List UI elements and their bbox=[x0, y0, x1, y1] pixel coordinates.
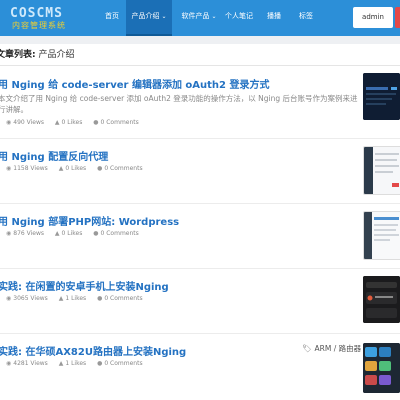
likes-count[interactable]: 0 Likes bbox=[65, 165, 86, 172]
tag-link[interactable]: 路由器 bbox=[339, 344, 362, 353]
comments-count[interactable]: 0 Comments bbox=[101, 119, 139, 126]
tag-link[interactable]: ARM bbox=[315, 344, 332, 353]
site-logo[interactable]: COSCMS 内容管理系统 bbox=[0, 4, 96, 32]
views-count: 4281 Views bbox=[13, 360, 48, 367]
nav-item-software[interactable]: 软件产品 ⌄ bbox=[176, 0, 222, 36]
comment-icon: ● bbox=[93, 230, 99, 237]
post-title[interactable]: 实践: 在闲置的安卓手机上安装Nging bbox=[0, 278, 169, 293]
post-meta: ◉ 1158 Views ▲ 0 Likes ● 0 Comments bbox=[6, 165, 152, 172]
breadcrumb-prefix: 文章列表: bbox=[0, 50, 36, 60]
post-thumbnail[interactable] bbox=[363, 211, 400, 260]
chevron-down-icon: ⌄ bbox=[161, 13, 167, 20]
eye-icon: ◉ bbox=[6, 119, 12, 126]
sub-bar bbox=[0, 36, 400, 44]
post-excerpt: 本文介绍了用 Nging 给 code-server 添加 oAuth2 登录功… bbox=[0, 94, 358, 114]
post-title[interactable]: 实践: 在华硕AX82U路由器上安装Nging bbox=[0, 343, 186, 358]
list-item: 用 Nging 给 code-server 编辑器添加 oAuth2 登录方式 … bbox=[0, 70, 400, 136]
views-count: 3065 Views bbox=[13, 295, 48, 302]
thumbs-up-icon: ▲ bbox=[54, 230, 60, 237]
nav-item-products[interactable]: 产品介绍 ⌄ bbox=[126, 0, 172, 36]
divider bbox=[0, 268, 400, 269]
views-count: 490 Views bbox=[13, 119, 44, 126]
post-meta: ◉ 4281 Views ▲ 1 Likes ● 0 Comments bbox=[6, 360, 152, 367]
nav-item-bobo[interactable]: 播播 bbox=[262, 0, 286, 36]
top-navbar: COSCMS 内容管理系统 首页 产品介绍 ⌄ 软件产品 ⌄ 个人笔记 播播 标签 … bbox=[0, 0, 400, 36]
comments-count[interactable]: 0 Comments bbox=[101, 230, 139, 237]
divider bbox=[0, 138, 400, 139]
views-count: 1158 Views bbox=[13, 165, 48, 172]
likes-count[interactable]: 0 Likes bbox=[62, 230, 83, 237]
views-count: 876 Views bbox=[13, 230, 44, 237]
comments-count[interactable]: 0 Comments bbox=[104, 295, 142, 302]
list-item: 实践: 在华硕AX82U路由器上安装Nging 🏷 ARM / 路由器 ◉ 4281… bbox=[0, 335, 400, 400]
comment-icon: ● bbox=[97, 360, 103, 367]
list-item: 用 Nging 配置反向代理 ◉ 1158 Views ▲ 0 Likes ● 0 C… bbox=[0, 140, 400, 200]
eye-icon: ◉ bbox=[6, 165, 12, 172]
admin-button[interactable]: admin bbox=[353, 7, 393, 28]
nav-item-tags[interactable]: 标签 bbox=[294, 0, 318, 36]
likes-count[interactable]: 1 Likes bbox=[65, 295, 86, 302]
divider bbox=[0, 333, 400, 334]
post-thumbnail[interactable] bbox=[363, 146, 400, 195]
eye-icon: ◉ bbox=[6, 230, 12, 237]
breadcrumb-current[interactable]: 产品介绍 bbox=[38, 50, 74, 60]
thumbs-up-icon: ▲ bbox=[54, 119, 60, 126]
post-meta: ◉ 3065 Views ▲ 1 Likes ● 0 Comments bbox=[6, 295, 152, 302]
logout-button[interactable] bbox=[395, 7, 400, 28]
comment-icon: ● bbox=[97, 165, 103, 172]
post-title[interactable]: 用 Nging 给 code-server 编辑器添加 oAuth2 登录方式 bbox=[0, 76, 270, 91]
logo-text: COSCMS bbox=[10, 6, 63, 21]
post-meta: ◉ 876 Views ▲ 0 Likes ● 0 Comments bbox=[6, 230, 148, 237]
post-meta: ◉ 490 Views ▲ 0 Likes ● 0 Comments bbox=[6, 119, 148, 126]
post-title[interactable]: 用 Nging 配置反向代理 bbox=[0, 148, 108, 163]
nav-item-home[interactable]: 首页 bbox=[100, 0, 124, 36]
comments-count[interactable]: 0 Comments bbox=[104, 360, 142, 367]
post-thumbnail[interactable] bbox=[363, 343, 400, 393]
divider bbox=[0, 203, 400, 204]
nav-item-notes[interactable]: 个人笔记 bbox=[224, 0, 254, 36]
chevron-down-icon: ⌄ bbox=[211, 13, 217, 20]
thumbs-up-icon: ▲ bbox=[58, 360, 64, 367]
thumbs-up-icon: ▲ bbox=[58, 295, 64, 302]
eye-icon: ◉ bbox=[6, 360, 12, 367]
comment-icon: ● bbox=[93, 119, 99, 126]
eye-icon: ◉ bbox=[6, 295, 12, 302]
post-tags: 🏷 ARM / 路由器 bbox=[302, 344, 362, 353]
logo-subtitle: 内容管理系统 bbox=[12, 21, 66, 30]
likes-count[interactable]: 0 Likes bbox=[62, 119, 83, 126]
thumbs-up-icon: ▲ bbox=[58, 165, 64, 172]
comments-count[interactable]: 0 Comments bbox=[104, 165, 142, 172]
comment-icon: ● bbox=[97, 295, 103, 302]
post-title[interactable]: 用 Nging 部署PHP网站: Wordpress bbox=[0, 213, 179, 228]
tag-icon: 🏷 bbox=[302, 344, 312, 353]
post-thumbnail[interactable] bbox=[363, 276, 400, 323]
likes-count[interactable]: 1 Likes bbox=[65, 360, 86, 367]
list-item: 实践: 在闲置的安卓手机上安装Nging ◉ 3065 Views ▲ 1 Like… bbox=[0, 270, 400, 330]
divider bbox=[0, 65, 400, 66]
list-item: 用 Nging 部署PHP网站: Wordpress ◉ 876 Views ▲ 0… bbox=[0, 205, 400, 265]
breadcrumb: 文章列表: 产品介绍 bbox=[0, 47, 75, 60]
post-thumbnail[interactable] bbox=[363, 73, 400, 120]
